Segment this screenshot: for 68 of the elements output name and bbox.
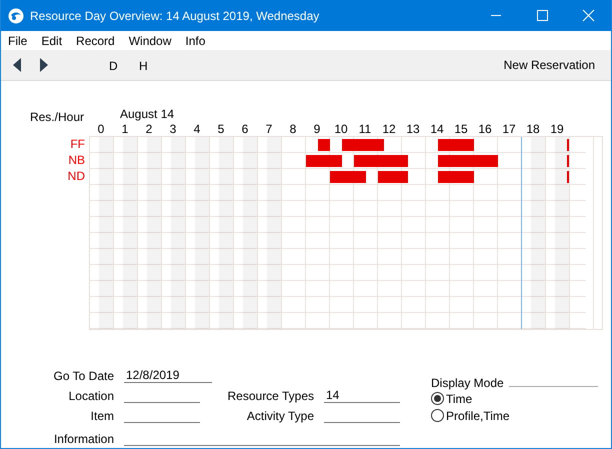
hour-label: 8 [288, 122, 298, 136]
field-label: Go To Date [52, 369, 114, 383]
radio-button[interactable] [431, 392, 444, 405]
radio-label[interactable]: Time [446, 392, 472, 406]
resource-name[interactable]: ND [1, 168, 89, 184]
menu-item[interactable]: Window [128, 34, 172, 48]
reservation-slot[interactable] [492, 155, 498, 167]
hour-label: 13 [405, 122, 421, 136]
radio-label[interactable]: Profile,Time [446, 408, 510, 422]
hour-label: 4 [192, 122, 202, 136]
hour-label: 12 [381, 122, 397, 136]
hour-label: 5 [216, 122, 226, 136]
date-field[interactable]: 12/8/2019 [124, 368, 212, 383]
hour-label: 15 [453, 122, 469, 136]
field-label: Item [90, 409, 114, 423]
reservation-slot[interactable] [330, 171, 336, 183]
hour-label: 19 [549, 122, 565, 136]
hour-label: 1 [120, 122, 130, 136]
hour-label: 3 [168, 122, 178, 136]
next-icon[interactable] [40, 58, 48, 72]
reservation-slot[interactable] [402, 171, 408, 183]
field-label: Location [68, 389, 114, 403]
field-label: Information [52, 432, 114, 446]
hour-label: 10 [333, 122, 349, 136]
reservation-slot[interactable] [360, 171, 366, 183]
hour-label: 17 [501, 122, 517, 136]
hour-label: 9 [312, 122, 322, 136]
field-label: Activity Type [246, 409, 314, 423]
resource-name[interactable]: FF [1, 136, 89, 152]
view-button[interactable]: H [139, 59, 148, 73]
window-title: Resource Day Overview: 14 August 2019, Wednesday [30, 8, 320, 22]
reservation-slot[interactable] [336, 155, 342, 167]
reservation-slot[interactable] [402, 155, 408, 167]
hour-label: 7 [264, 122, 274, 136]
hour-label: 0 [96, 122, 106, 136]
menu-item[interactable]: Record [76, 34, 115, 48]
app-logo-icon [8, 8, 24, 24]
reservation-slot[interactable] [354, 155, 360, 167]
hour-label: 11 [358, 122, 372, 136]
reservation-slot[interactable] [468, 171, 474, 183]
hour-label: 18 [525, 122, 541, 136]
menu-item[interactable]: Edit [41, 34, 62, 48]
reservation-slot[interactable] [324, 139, 330, 151]
reservation-slot[interactable] [378, 139, 384, 151]
new-reservation-button[interactable]: New Reservation [504, 58, 595, 72]
group-label: Display Mode [431, 376, 504, 390]
previous-icon[interactable] [13, 58, 21, 72]
field-label: Resource Types [226, 389, 314, 403]
menu-item[interactable]: File [8, 34, 28, 48]
reservation-slot[interactable] [306, 155, 312, 167]
hour-label: 6 [240, 122, 250, 136]
reservation-slot[interactable] [438, 171, 444, 183]
reservation-slot[interactable] [318, 139, 324, 151]
radio-button[interactable] [431, 409, 444, 422]
hour-label: 16 [477, 122, 493, 136]
hour-label: 2 [144, 122, 154, 136]
menu-item[interactable]: Info [185, 34, 206, 48]
view-button[interactable]: D [109, 59, 118, 73]
date-label: August 14 [120, 108, 176, 121]
reservation-slot[interactable] [438, 155, 444, 167]
hour-label: 14 [429, 122, 445, 136]
resource-name[interactable]: NB [1, 152, 89, 168]
reservation-slot[interactable] [378, 171, 384, 183]
reservation-slot[interactable] [438, 139, 444, 151]
reservation-slot[interactable] [468, 139, 474, 151]
column-header: Res./Hour [30, 110, 84, 124]
resource-types-field[interactable]: 14 [324, 388, 400, 403]
reservation-slot[interactable] [342, 139, 348, 151]
